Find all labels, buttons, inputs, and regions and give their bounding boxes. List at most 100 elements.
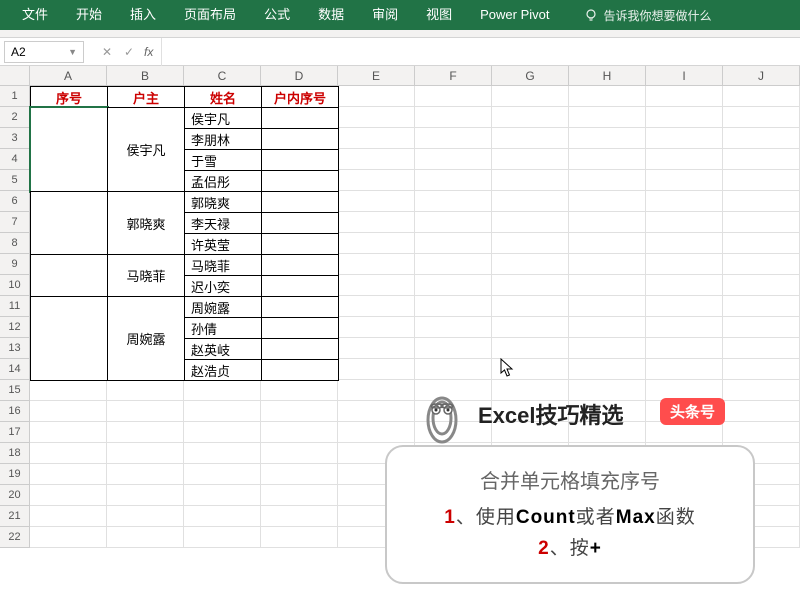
cell[interactable] bbox=[646, 338, 723, 359]
table-cell[interactable] bbox=[261, 191, 339, 213]
table-cell[interactable] bbox=[261, 212, 339, 234]
cell[interactable] bbox=[492, 170, 569, 191]
table-cell[interactable]: 孙倩 bbox=[184, 317, 262, 339]
cell[interactable] bbox=[338, 422, 415, 443]
tell-me-search[interactable]: 告诉我你想要做什么 bbox=[584, 7, 712, 24]
cell[interactable] bbox=[723, 317, 800, 338]
cell[interactable] bbox=[415, 149, 492, 170]
table-cell[interactable] bbox=[261, 233, 339, 255]
col-header[interactable]: D bbox=[261, 66, 338, 85]
cell[interactable] bbox=[723, 254, 800, 275]
cell[interactable] bbox=[30, 443, 107, 464]
cell[interactable] bbox=[338, 128, 415, 149]
cell[interactable] bbox=[723, 275, 800, 296]
cell[interactable] bbox=[338, 275, 415, 296]
row-header[interactable]: 17 bbox=[0, 422, 30, 443]
table-cell[interactable] bbox=[261, 317, 339, 339]
cell[interactable] bbox=[723, 401, 800, 422]
cell[interactable] bbox=[569, 233, 646, 254]
formula-input[interactable] bbox=[162, 41, 800, 63]
cell[interactable] bbox=[338, 233, 415, 254]
cell[interactable] bbox=[492, 149, 569, 170]
cell[interactable] bbox=[569, 317, 646, 338]
col-header[interactable]: H bbox=[569, 66, 646, 85]
cell[interactable] bbox=[30, 380, 107, 401]
row-header[interactable]: 8 bbox=[0, 233, 30, 254]
cell[interactable] bbox=[723, 380, 800, 401]
table-cell[interactable] bbox=[30, 107, 108, 192]
table-cell[interactable] bbox=[261, 275, 339, 297]
fx-icon[interactable]: fx bbox=[144, 45, 153, 59]
cell[interactable] bbox=[723, 212, 800, 233]
ribbon-tab[interactable]: 插入 bbox=[116, 0, 170, 30]
table-cell[interactable]: 周婉露 bbox=[184, 296, 262, 318]
row-header[interactable]: 3 bbox=[0, 128, 30, 149]
row-header[interactable]: 5 bbox=[0, 170, 30, 191]
cell[interactable] bbox=[338, 86, 415, 107]
cell[interactable] bbox=[723, 359, 800, 380]
cell[interactable] bbox=[723, 149, 800, 170]
row-header[interactable]: 19 bbox=[0, 464, 30, 485]
col-header[interactable]: J bbox=[723, 66, 800, 85]
cell[interactable] bbox=[338, 296, 415, 317]
select-all-corner[interactable] bbox=[0, 66, 30, 85]
cell[interactable] bbox=[646, 128, 723, 149]
table-cell[interactable] bbox=[261, 359, 339, 381]
cell[interactable] bbox=[569, 107, 646, 128]
table-header[interactable]: 户内序号 bbox=[261, 86, 339, 108]
row-header[interactable]: 10 bbox=[0, 275, 30, 296]
cell[interactable] bbox=[184, 485, 261, 506]
col-header[interactable]: I bbox=[646, 66, 723, 85]
cell[interactable] bbox=[646, 170, 723, 191]
table-cell[interactable] bbox=[30, 254, 108, 297]
cell[interactable] bbox=[723, 107, 800, 128]
cell[interactable] bbox=[338, 107, 415, 128]
cell[interactable] bbox=[646, 107, 723, 128]
cell[interactable] bbox=[569, 275, 646, 296]
cell[interactable] bbox=[261, 443, 338, 464]
row-header[interactable]: 16 bbox=[0, 401, 30, 422]
row-header[interactable]: 12 bbox=[0, 317, 30, 338]
table-cell[interactable]: 赵浩贞 bbox=[184, 359, 262, 381]
cell[interactable] bbox=[415, 212, 492, 233]
cell[interactable] bbox=[338, 170, 415, 191]
cell[interactable] bbox=[30, 527, 107, 548]
col-header[interactable]: G bbox=[492, 66, 569, 85]
cell[interactable] bbox=[338, 359, 415, 380]
cell[interactable] bbox=[30, 401, 107, 422]
cell[interactable] bbox=[569, 86, 646, 107]
cell[interactable] bbox=[415, 107, 492, 128]
cell[interactable] bbox=[107, 506, 184, 527]
cell[interactable] bbox=[261, 422, 338, 443]
cell[interactable] bbox=[415, 296, 492, 317]
cell[interactable] bbox=[338, 149, 415, 170]
cell[interactable] bbox=[569, 170, 646, 191]
row-header[interactable]: 11 bbox=[0, 296, 30, 317]
cell[interactable] bbox=[107, 443, 184, 464]
cell[interactable] bbox=[646, 359, 723, 380]
table-cell[interactable]: 李朋林 bbox=[184, 128, 262, 150]
table-header[interactable]: 户主 bbox=[107, 86, 185, 108]
row-header[interactable]: 20 bbox=[0, 485, 30, 506]
row-header[interactable]: 14 bbox=[0, 359, 30, 380]
cell[interactable] bbox=[492, 191, 569, 212]
cell[interactable] bbox=[492, 275, 569, 296]
cell[interactable] bbox=[415, 359, 492, 380]
table-cell[interactable] bbox=[30, 191, 108, 255]
cell[interactable] bbox=[415, 338, 492, 359]
table-cell[interactable]: 侯宇凡 bbox=[184, 107, 262, 129]
cell[interactable] bbox=[646, 254, 723, 275]
row-header[interactable]: 7 bbox=[0, 212, 30, 233]
cell[interactable] bbox=[569, 212, 646, 233]
confirm-icon[interactable]: ✓ bbox=[118, 45, 140, 59]
cell[interactable] bbox=[338, 401, 415, 422]
cell[interactable] bbox=[338, 380, 415, 401]
cell[interactable] bbox=[492, 86, 569, 107]
cell[interactable] bbox=[723, 86, 800, 107]
cell[interactable] bbox=[723, 422, 800, 443]
cell[interactable] bbox=[261, 464, 338, 485]
cell[interactable] bbox=[338, 212, 415, 233]
cell[interactable] bbox=[492, 254, 569, 275]
col-header[interactable]: A bbox=[30, 66, 107, 85]
cell[interactable] bbox=[107, 422, 184, 443]
